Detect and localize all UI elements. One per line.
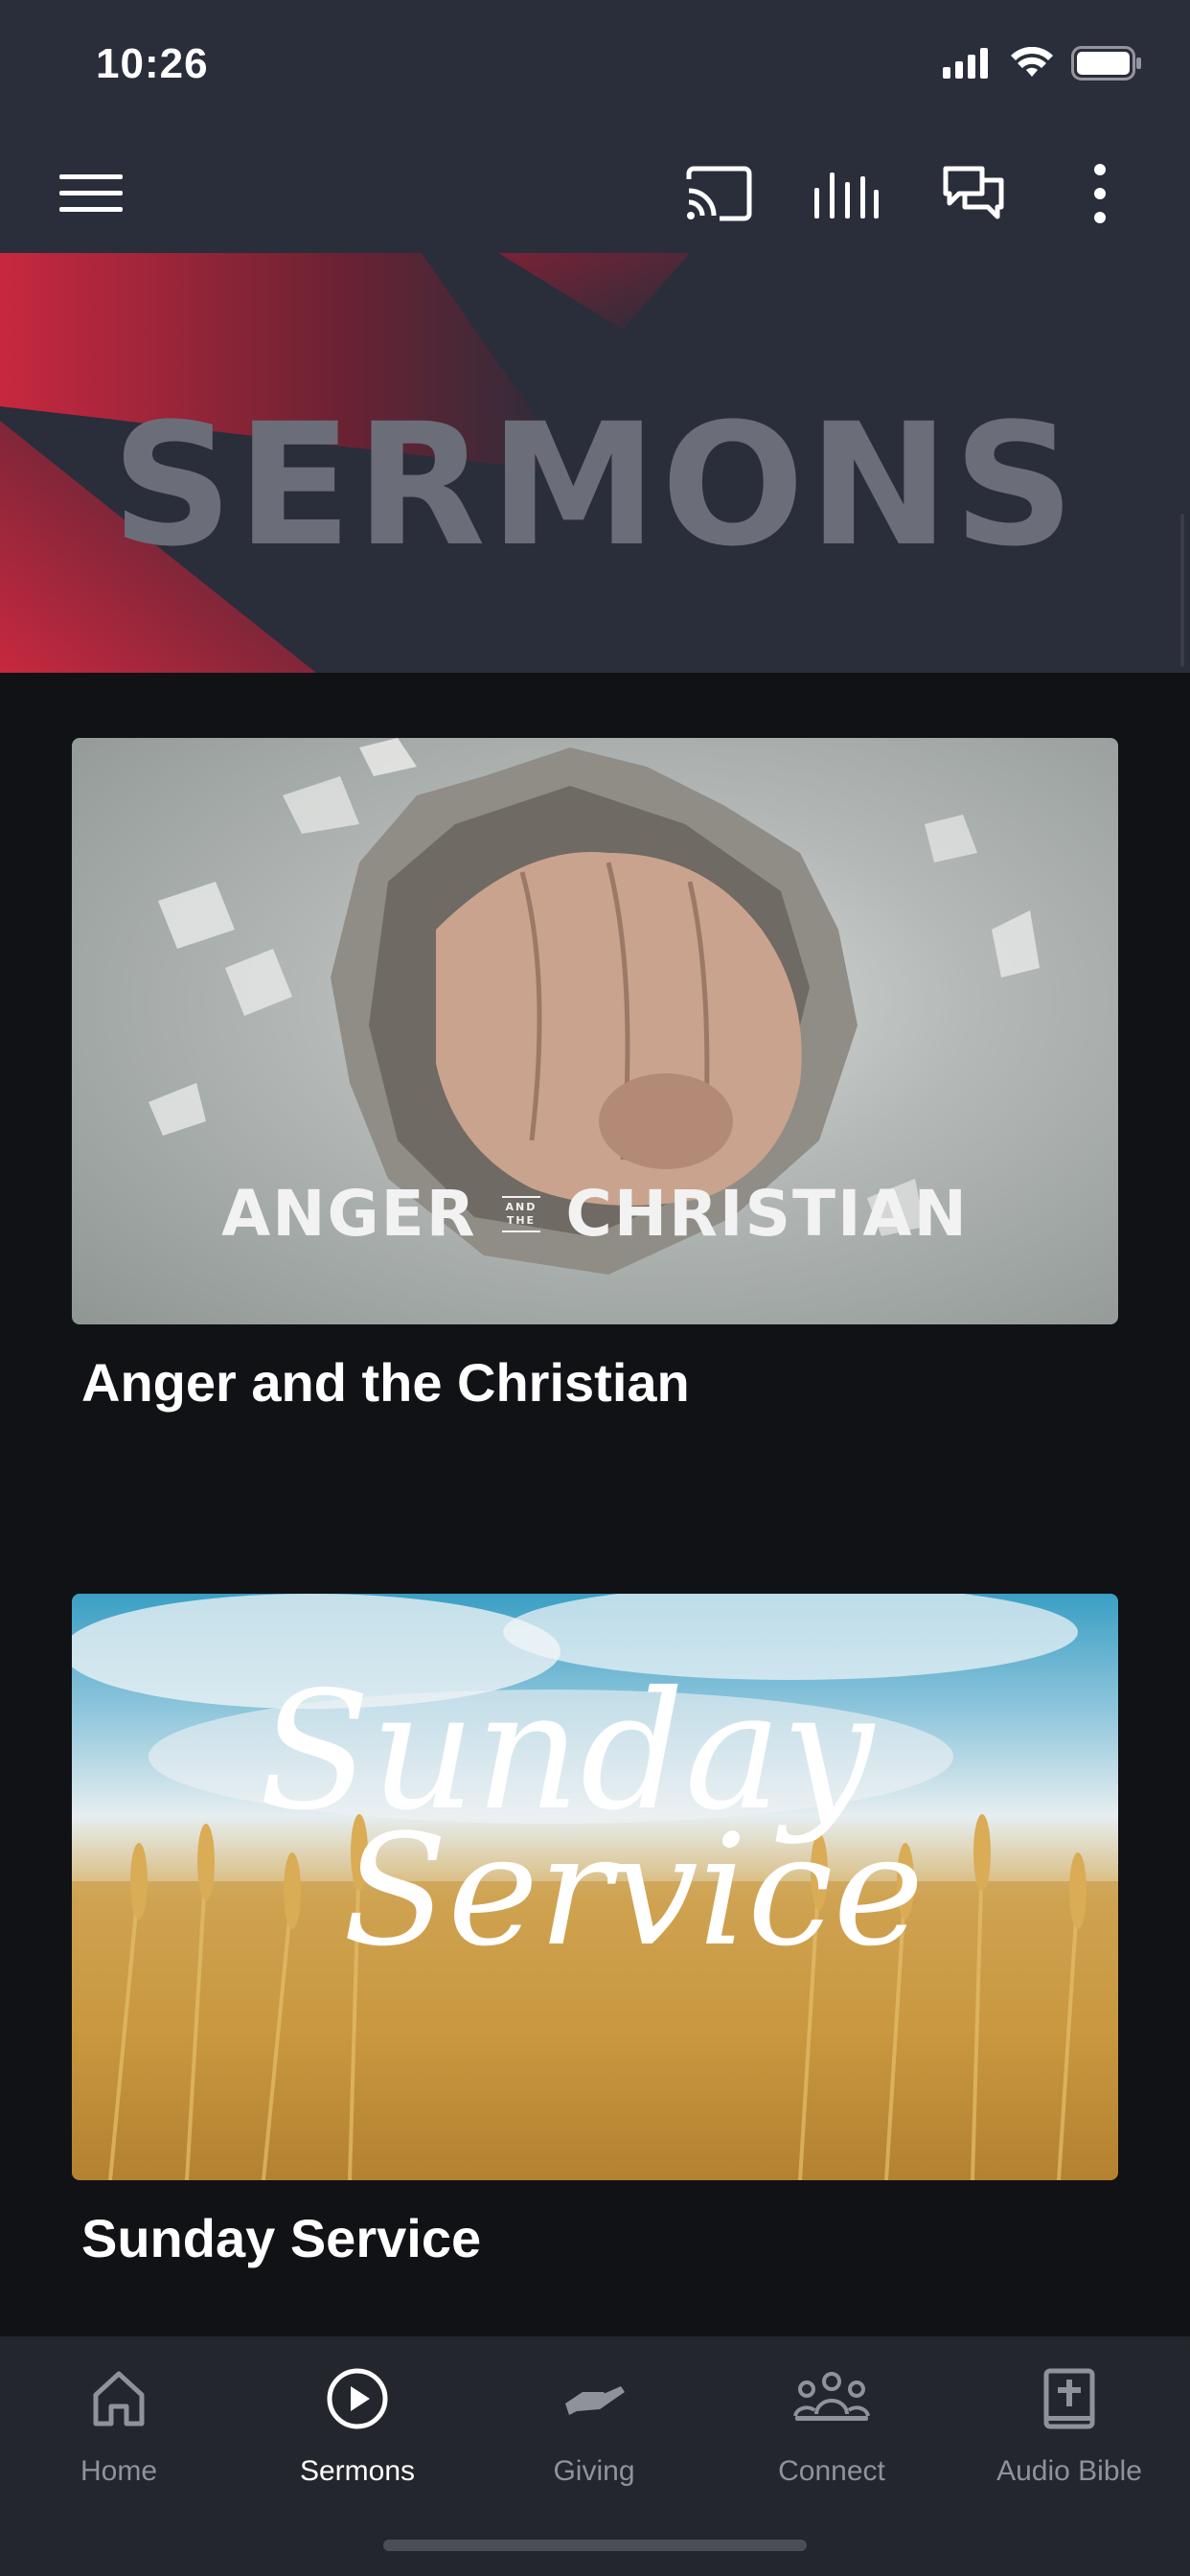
sermon-card[interactable]: Sunday Service Sunday Service [72, 1594, 1118, 2269]
tab-label: Home [80, 2455, 158, 2487]
art-word-left: ANGER [221, 1177, 477, 1251]
art-word-and: AND [505, 1200, 538, 1213]
home-icon [23, 2356, 215, 2442]
cast-icon[interactable] [680, 155, 757, 232]
scrollbar[interactable] [1180, 514, 1184, 667]
status-time: 10:26 [96, 40, 209, 87]
cellular-signal-icon [943, 48, 988, 79]
play-circle-icon [262, 2356, 453, 2442]
wifi-icon [1011, 47, 1053, 77]
bible-icon [973, 2356, 1165, 2442]
art-word-mid: AND THE [501, 1195, 541, 1232]
sermons-hero-banner: SERMONS [0, 253, 1190, 673]
tab-home[interactable]: Home [23, 2356, 215, 2509]
tab-connect[interactable]: Connect [736, 2356, 927, 2509]
tab-sermons[interactable]: Sermons [262, 2356, 453, 2509]
sermon-thumbnail-sunday[interactable]: Sunday Service [72, 1594, 1118, 2180]
art-word-right: CHRISTIAN [565, 1177, 969, 1251]
tab-label: Connect [778, 2455, 885, 2487]
thumbnail-art-text: Sunday Service [72, 1670, 1118, 1967]
hamburger-menu-icon[interactable] [53, 155, 129, 232]
art-word-the: THE [506, 1213, 537, 1227]
status-bar: 10:26 [0, 0, 1190, 134]
sermon-title[interactable]: Anger and the Christian [81, 1351, 1118, 1414]
giving-hand-icon [498, 2356, 690, 2442]
status-icons [943, 46, 1142, 80]
sermon-title[interactable]: Sunday Service [81, 2207, 1118, 2269]
tab-audio-bible[interactable]: Audio Bible [973, 2356, 1165, 2509]
sermon-card[interactable]: ANGER AND THE CHRISTIAN Anger and the Ch… [72, 738, 1118, 1414]
tab-label: Audio Bible [996, 2455, 1142, 2487]
thumbnail-art-text: ANGER AND THE CHRISTIAN [72, 1177, 1118, 1251]
page-title: SERMONS [111, 387, 1079, 584]
top-app-bar [0, 134, 1190, 253]
group-icon [736, 2356, 927, 2442]
home-indicator[interactable] [383, 2540, 807, 2551]
battery-icon [1071, 46, 1141, 80]
sermon-thumbnail-anger[interactable]: ANGER AND THE CHRISTIAN [72, 738, 1118, 1324]
tab-label: Giving [553, 2455, 635, 2487]
tab-label: Sermons [299, 2455, 416, 2487]
chat-bubbles-icon[interactable] [935, 155, 1012, 232]
audio-bars-icon[interactable] [808, 155, 884, 232]
more-vertical-icon[interactable] [1062, 155, 1138, 232]
tab-giving[interactable]: Giving [498, 2356, 690, 2509]
